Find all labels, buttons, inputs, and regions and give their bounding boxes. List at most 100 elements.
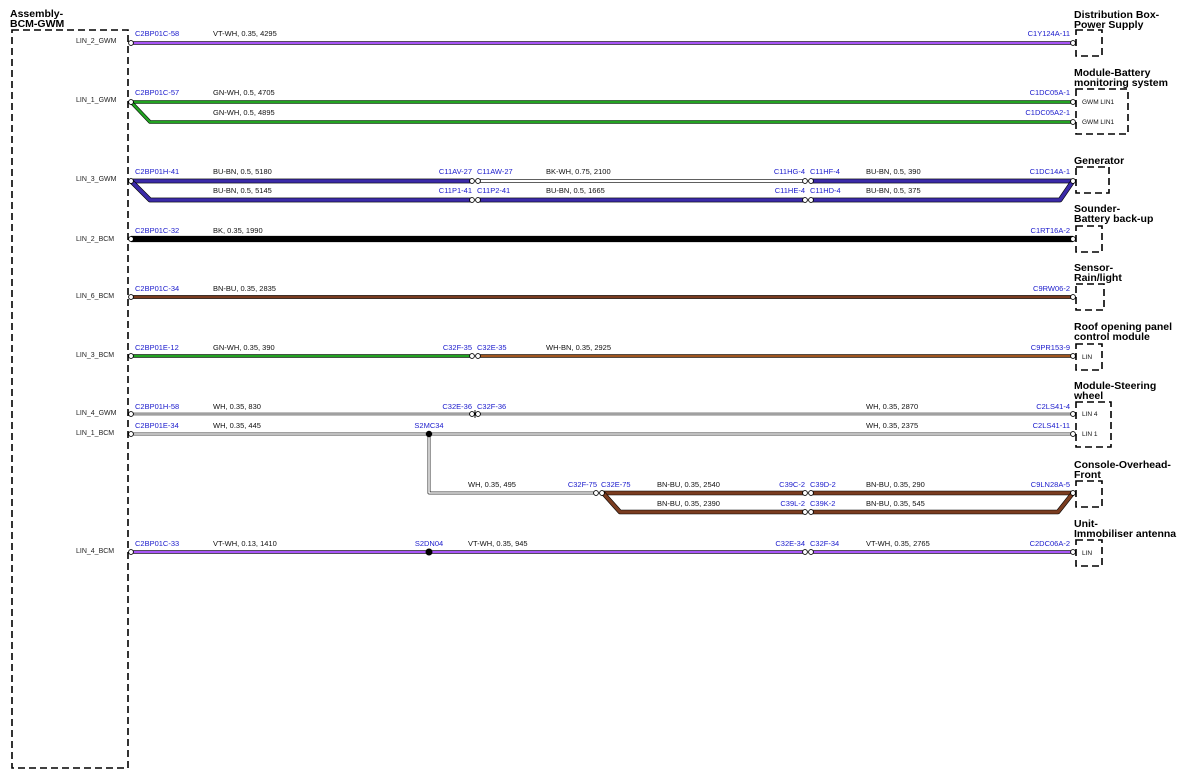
connector-label: C1DC05A2-1: [1025, 108, 1070, 117]
wire-label: BU-BN, 0.5, 5180: [213, 167, 272, 176]
terminal: [128, 294, 134, 300]
wire-label: WH, 0.35, 2870: [866, 402, 918, 411]
signal-label: LIN_4_BCM: [76, 548, 114, 555]
module-assembly-bcm-gwm[interactable]: Assembly- BCM-GWM: [10, 8, 129, 769]
connector-label: C1DC05A-1: [1030, 88, 1070, 97]
wires: [129, 41, 1075, 554]
inline-connector-pin: [475, 197, 481, 203]
inline-connector-pin: [808, 490, 814, 496]
connector-label: C1DC14A-1: [1030, 167, 1070, 176]
pin-label: LIN 1: [1082, 431, 1098, 438]
inline-connector-pin: [593, 490, 599, 496]
inline-connector-pin: [475, 353, 481, 359]
module-box: [11, 29, 129, 769]
terminal: [128, 549, 134, 555]
connector-label: C9LN28A-5: [1031, 480, 1070, 489]
terminal: [128, 236, 134, 242]
wire-bu-bn-5145-outline: [129, 179, 471, 203]
module-title: Power Supply: [1074, 19, 1144, 31]
connector-label: C11HG-4: [774, 167, 805, 176]
inline-connector-pin: [808, 509, 814, 515]
connector-label: C2DC06A-2: [1030, 539, 1070, 548]
wire-label: WH, 0.35, 2375: [866, 421, 918, 430]
terminal: [128, 353, 134, 359]
connector-label: C11AW-27: [477, 167, 513, 176]
wire-bu-bn-375: [812, 179, 1075, 202]
module-title: BCM-GWM: [10, 18, 64, 30]
wire-label: VT-WH, 0.35, 945: [468, 539, 528, 548]
module-steering-wheel[interactable]: Module-Steering wheel LIN 4 LIN 1: [1073, 380, 1156, 448]
module-console-overhead[interactable]: Console-Overhead- Front: [1074, 459, 1171, 508]
connector-label: C9RW06-2: [1033, 284, 1070, 293]
wire-bu-bn-5145: [129, 179, 471, 202]
connector-label: C11AV-27: [439, 167, 472, 176]
terminal: [128, 411, 134, 417]
connector-label: C2BP01C-34: [135, 284, 179, 293]
signal-label: LIN_3_BCM: [76, 352, 114, 359]
inline-connector-pin: [469, 353, 475, 359]
inline-connector-pin: [802, 549, 808, 555]
module-distribution-box[interactable]: Distribution Box- Power Supply: [1074, 9, 1160, 57]
module-title: wheel: [1073, 390, 1103, 402]
module-title: Front: [1074, 469, 1101, 481]
module-title: Rain/light: [1074, 272, 1122, 284]
connector-label: C2BP01C-33: [135, 539, 179, 548]
module-title: control module: [1074, 331, 1150, 343]
signal-label: LIN_1_BCM: [76, 430, 114, 437]
pin-label: GWM LIN1: [1082, 119, 1115, 126]
wire-label: GN-WH, 0.5, 4895: [213, 108, 275, 117]
module-box: [1075, 480, 1103, 508]
inline-connector-pin: [802, 509, 808, 515]
module-box: [1075, 166, 1110, 194]
terminal: [128, 99, 134, 105]
connector-label: C1Y124A-11: [1028, 29, 1070, 38]
wire-label: GN-WH, 0.5, 4705: [213, 88, 275, 97]
wire-label: BN-BU, 0.35, 2540: [657, 480, 720, 489]
wire-label: VT-WH, 0.35, 2765: [866, 539, 930, 548]
signal-label: LIN_1_GWM: [76, 97, 117, 104]
wire-label: BK-WH, 0.75, 2100: [546, 167, 611, 176]
wire-label: BK, 0.35, 1990: [213, 226, 263, 235]
terminal: [128, 431, 134, 437]
terminal: [128, 178, 134, 184]
connector-label: C32E-75: [601, 480, 631, 489]
connector-label: C39L-2: [780, 499, 805, 508]
module-generator[interactable]: Generator: [1074, 155, 1124, 194]
wire-label: WH-BN, 0.35, 2925: [546, 343, 611, 352]
module-sensor-rain-light[interactable]: Sensor- Rain/light: [1074, 262, 1122, 311]
pin-label: LIN: [1082, 354, 1092, 361]
terminal: [1070, 236, 1076, 242]
wire-label: VT-WH, 0.35, 4295: [213, 29, 277, 38]
module-immobiliser-antenna[interactable]: Unit- Immobiliser antenna LIN: [1074, 518, 1176, 567]
terminal: [1070, 549, 1076, 555]
inline-connector-pin: [469, 178, 475, 184]
module-sounder[interactable]: Sounder- Battery back-up: [1074, 203, 1153, 253]
wire-label: BN-BU, 0.35, 545: [866, 499, 925, 508]
module-title: Battery back-up: [1074, 213, 1153, 225]
wire-label: WH, 0.35, 445: [213, 421, 261, 430]
connector-label: C11HE-4: [775, 186, 805, 195]
module-roof-opening-panel[interactable]: Roof opening panel control module LIN: [1074, 321, 1172, 371]
connector-label: C32E-36: [442, 402, 472, 411]
terminal: [128, 40, 134, 46]
inline-connector-pin: [599, 490, 605, 496]
terminal: [1070, 411, 1076, 417]
connector-label: C2BP01C-32: [135, 226, 179, 235]
wire-bn-bu-545: [812, 491, 1075, 514]
terminal: [1070, 294, 1076, 300]
terminal: [1070, 178, 1076, 184]
connector-label: C11HD-4: [810, 186, 841, 195]
wire-label: VT-WH, 0.13, 1410: [213, 539, 277, 548]
module-title: monitoring system: [1074, 77, 1168, 89]
connector-label: C11HF-4: [810, 167, 840, 176]
wire-label: WH, 0.35, 495: [468, 480, 516, 489]
signal-label: LIN_3_GWM: [76, 176, 117, 183]
inline-connector-pin: [469, 197, 475, 203]
wire-label: BU-BN, 0.5, 1665: [546, 186, 605, 195]
module-title: Immobiliser antenna: [1074, 528, 1176, 540]
terminal: [1070, 431, 1076, 437]
module-box: [1075, 88, 1129, 135]
module-battery-monitoring[interactable]: Module-Battery monitoring system GWM LIN…: [1074, 67, 1168, 135]
terminal: [1070, 119, 1076, 125]
lin-wiring-diagram: Assembly- BCM-GWM LIN_2_GWM LIN_1_GWM LI…: [10, 8, 1176, 769]
